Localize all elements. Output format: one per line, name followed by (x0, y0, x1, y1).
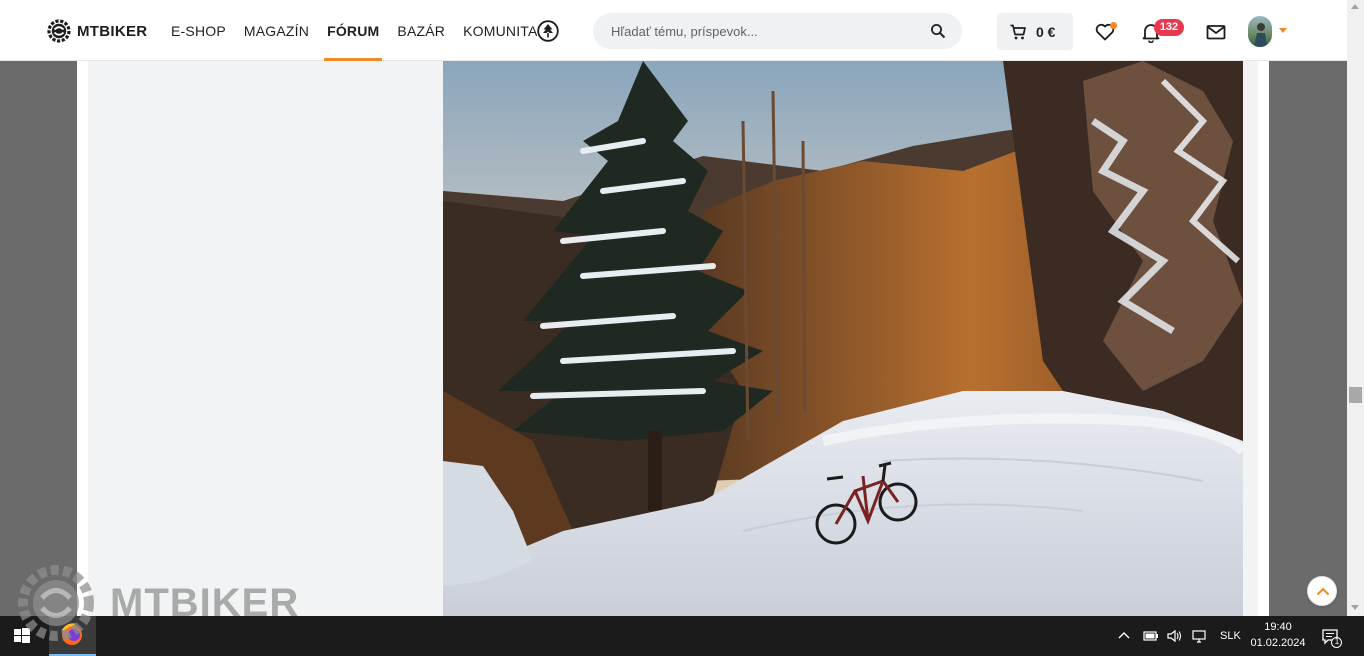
main-nav: E-SHOP MAGAZÍN FÓRUM BAZÁR KOMUNITA (171, 0, 556, 61)
right-margin-panel (1243, 61, 1258, 616)
input-language-indicator[interactable]: SLK (1220, 630, 1241, 642)
network-icon[interactable] (1190, 628, 1208, 644)
site-logo[interactable]: MTBIKER (47, 18, 147, 44)
search-box (593, 13, 962, 49)
taskbar-clock[interactable]: 19:40 01.02.2024 (1243, 619, 1313, 651)
cart-amount: 0 € (1036, 23, 1056, 40)
search-icon[interactable] (930, 23, 946, 39)
system-tray: SLK (1116, 616, 1241, 656)
winter-forest-bike-image (443, 61, 1243, 616)
watermark-text: MTBIKER (110, 580, 300, 625)
back-to-top-button[interactable] (1307, 576, 1337, 606)
nav-forum[interactable]: FÓRUM (324, 0, 383, 61)
top-navigation-bar: MTBIKER E-SHOP MAGAZÍN FÓRUM BAZÁR KOMUN… (0, 0, 1347, 61)
chevron-up-icon (1317, 587, 1329, 595)
scroll-down-arrow-icon[interactable] (1351, 605, 1359, 610)
volume-icon[interactable] (1166, 628, 1184, 644)
vertical-scrollbar[interactable] (1347, 0, 1364, 616)
nav-bazar[interactable]: BAZÁR (397, 0, 445, 61)
cart-button[interactable]: 0 € (997, 13, 1073, 50)
mtbiker-watermark: MTBIKER (16, 563, 299, 643)
battery-icon[interactable] (1142, 628, 1160, 644)
cart-icon (1010, 24, 1026, 39)
outdoor-tree-icon[interactable] (537, 20, 559, 42)
nav-komunita[interactable]: KOMUNITA (463, 0, 537, 61)
watermark-gear-logo-icon (18, 565, 94, 641)
left-sidebar-panel (88, 61, 443, 616)
tray-expand-chevron-icon[interactable] (1116, 628, 1132, 644)
account-menu-caret-icon[interactable] (1279, 28, 1287, 33)
favorites-indicator-dot (1110, 22, 1117, 29)
user-avatar[interactable] (1248, 16, 1272, 47)
clock-date: 01.02.2024 (1250, 637, 1306, 649)
notifications-count-badge: 132 (1154, 19, 1184, 36)
nav-magazin[interactable]: MAGAZÍN (244, 0, 309, 61)
action-center-count: 1 (1334, 637, 1340, 646)
search-input[interactable] (611, 13, 911, 49)
scroll-up-arrow-icon[interactable] (1351, 4, 1359, 9)
forum-post-photo[interactable] (443, 61, 1243, 616)
scrollbar-thumb[interactable] (1349, 387, 1362, 403)
clock-time: 19:40 (1264, 621, 1292, 633)
avatar-image (1254, 23, 1267, 47)
logo-text: MTBIKER (77, 22, 148, 40)
messages-mail-icon[interactable] (1205, 21, 1227, 43)
nav-eshop[interactable]: E-SHOP (171, 0, 226, 61)
logo-gear-icon (47, 19, 71, 43)
action-center-button[interactable]: 1 (1320, 626, 1342, 648)
